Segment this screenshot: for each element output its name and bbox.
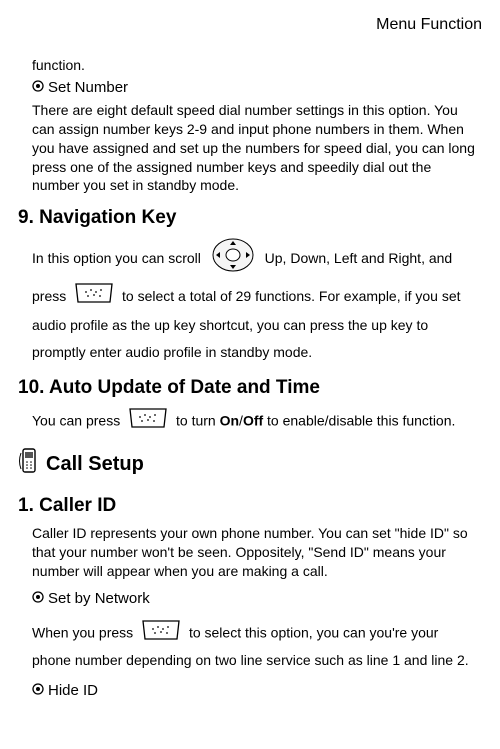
heading-call-setup-label: Call Setup [46, 451, 144, 478]
navkey-text-1b: Up, Down, Left and Right, [265, 250, 425, 266]
heading-hide-id: Hide ID [32, 681, 478, 701]
heading-hide-id-label: Hide ID [48, 682, 98, 699]
heading-set-number: Set Number [32, 78, 478, 98]
navkey-text-1a: In this option you can scroll [32, 250, 201, 266]
auto-update-off: Off [243, 413, 263, 429]
set-number-body: There are eight default speed dial numbe… [32, 101, 478, 195]
bullet-dot-icon [32, 681, 44, 701]
softkey-icon [141, 619, 181, 649]
bullet-dot-icon [32, 78, 44, 98]
auto-update-text-1a: You can press [32, 413, 120, 429]
bullet-dot-icon [32, 589, 44, 609]
heading-call-setup: Call Setup [18, 447, 482, 483]
auto-update-paragraph: You can press to turn On/Off to enable/d… [32, 407, 478, 437]
heading-auto-update: 10. Auto Update of Date and Time [18, 375, 482, 401]
softkey-icon [74, 282, 114, 313]
set-by-network-1a: When you press [32, 625, 133, 641]
auto-update-after: to enable/disable this function. [263, 413, 455, 429]
heading-set-by-network-label: Set by Network [48, 590, 150, 607]
softkey-icon [128, 407, 168, 437]
heading-set-number-label: Set Number [48, 80, 128, 97]
heading-set-by-network: Set by Network [32, 589, 478, 609]
navkey-paragraph: In this option you can scroll Up, Down, … [32, 237, 478, 365]
heading-navigation-key: 9. Navigation Key [18, 205, 482, 231]
caller-id-body: Caller ID represents your own phone numb… [32, 524, 478, 581]
auto-update-before: to turn [176, 413, 220, 429]
phone-icon [18, 447, 40, 483]
fragment-function: function. [32, 56, 478, 75]
heading-caller-id: 1. Caller ID [18, 493, 482, 519]
dpad-icon [211, 237, 255, 282]
auto-update-on: On [220, 413, 239, 429]
set-by-network-paragraph: When you press to select this option, yo… [32, 619, 478, 673]
page-header: Menu Function [18, 14, 482, 36]
